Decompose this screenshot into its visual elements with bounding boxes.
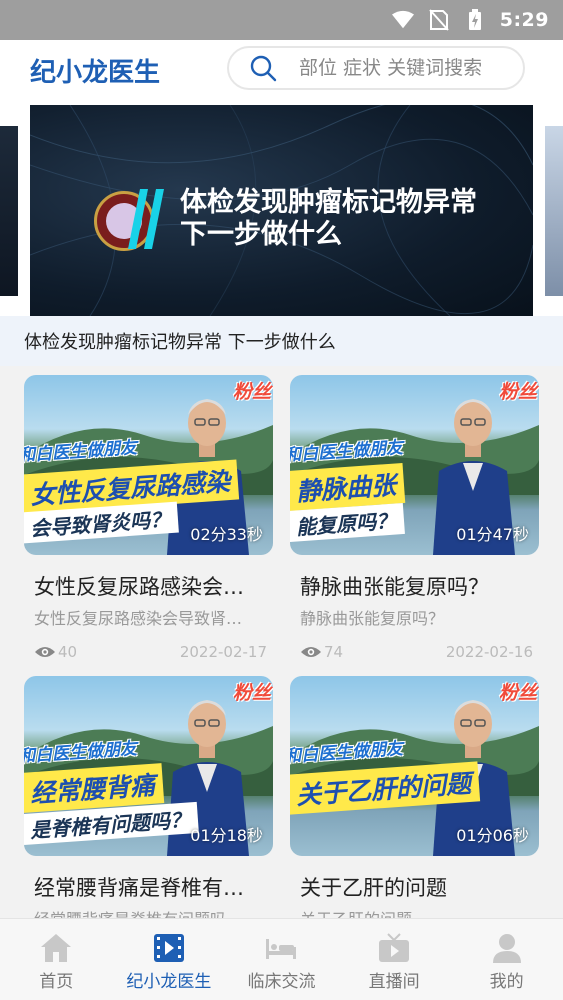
tab-doctor[interactable]: 纪小龙医生 [113, 919, 226, 1000]
fans-tag: 粉丝 [498, 381, 537, 403]
publish-date: 2022-02-16 [445, 643, 533, 661]
status-time: 5:29 [499, 9, 549, 31]
search-input[interactable] [299, 57, 509, 79]
video-card[interactable]: 粉丝 和白医生做朋友 关于乙肝的问题 01分06秒 关于乙肝的问题 关于乙肝的问… [290, 676, 539, 918]
video-card[interactable]: 粉丝 和白医生做朋友 女性反复尿路感染 会导致肾炎吗？ 02分33秒 女性反复尿… [24, 375, 273, 661]
banner-line-1: 体检发现肿瘤标记物异常 [180, 187, 477, 218]
fans-tag: 粉丝 [232, 381, 271, 403]
eye-icon [301, 647, 321, 657]
video-thumbnail[interactable]: 粉丝 和白医生做朋友 静脉曲张 能复原吗？ 01分47秒 [290, 375, 539, 555]
eye-icon [35, 647, 55, 657]
video-title[interactable]: 经常腰背痛是脊椎有问题吗？ [24, 872, 254, 902]
view-count: 40 [34, 643, 77, 661]
video-card[interactable]: 粉丝 和白医生做朋友 静脉曲张 能复原吗？ 01分47秒 静脉曲张能复原吗？ 静… [290, 375, 539, 661]
user-icon [492, 934, 521, 963]
video-meta: 40 2022-02-17 [24, 643, 273, 661]
video-subtitle: 关于乙肝的问题 [290, 906, 520, 918]
publish-date: 2022-02-17 [179, 643, 267, 661]
thumbnail-subline: 能复原吗？ [290, 502, 405, 543]
video-subtitle: 女性反复尿路感染会导致肾炎吗？ [34, 609, 254, 628]
video-duration: 01分18秒 [190, 826, 263, 845]
banner-slide[interactable]: 体检发现肿瘤标记物异常 下一步做什么 [30, 105, 533, 316]
search-box[interactable] [227, 46, 525, 90]
banner-prev-slide[interactable] [0, 126, 18, 296]
tab-label: 我的 [489, 972, 524, 992]
video-icon [153, 934, 184, 962]
video-title[interactable]: 女性反复尿路感染会导致肾炎吗？ [24, 571, 254, 601]
bed-icon [266, 939, 297, 959]
home-icon [41, 934, 72, 962]
fans-tag: 粉丝 [498, 682, 537, 704]
video-meta: 74 2022-02-16 [290, 643, 539, 661]
banner-line-2: 下一步做什么 [180, 219, 342, 250]
tab-home[interactable]: 首页 [0, 919, 113, 1000]
banner-carousel[interactable]: 体检发现肿瘤标记物异常 下一步做什么 [0, 102, 563, 316]
video-duration: 01分47秒 [456, 525, 529, 544]
tab-label: 纪小龙医生 [126, 972, 212, 992]
video-title[interactable]: 关于乙肝的问题 [290, 872, 520, 902]
tab-label: 临床交流 [247, 972, 316, 992]
video-grid: 粉丝 和白医生做朋友 女性反复尿路感染 会导致肾炎吗？ 02分33秒 女性反复尿… [0, 366, 563, 918]
slash-icon [128, 189, 164, 249]
tab-mine[interactable]: 我的 [450, 919, 563, 1000]
video-title[interactable]: 静脉曲张能复原吗？ [290, 571, 520, 601]
tab-live[interactable]: 直播间 [338, 919, 451, 1000]
video-subtitle: 静脉曲张能复原吗？ [300, 609, 445, 628]
tv-icon [379, 933, 410, 962]
video-duration: 02分33秒 [190, 525, 263, 544]
no-sim-icon [428, 9, 450, 31]
bottom-tab-bar: 首页 纪小龙医生 临床交流 直播间 我的 [0, 918, 563, 1000]
banner-next-slide[interactable] [545, 126, 563, 296]
video-card[interactable]: 粉丝 和白医生做朋友 经常腰背痛 是脊椎有问题吗？ 01分18秒 经常腰背痛是脊… [24, 676, 273, 918]
video-duration: 01分06秒 [456, 826, 529, 845]
video-thumbnail[interactable]: 粉丝 和白医生做朋友 女性反复尿路感染 会导致肾炎吗？ 02分33秒 [24, 375, 273, 555]
view-count-value: 74 [324, 643, 344, 661]
tab-label: 首页 [39, 972, 74, 992]
status-bar: 5:29 [0, 0, 563, 40]
video-thumbnail[interactable]: 粉丝 和白医生做朋友 关于乙肝的问题 01分06秒 [290, 676, 539, 856]
battery-charging-icon [464, 9, 486, 31]
banner-caption[interactable]: 体检发现肿瘤标记物异常 下一步做什么 [0, 316, 563, 366]
banner-headline: 体检发现肿瘤标记物异常 下一步做什么 [180, 187, 477, 251]
view-count: 74 [300, 643, 343, 661]
fans-tag: 粉丝 [232, 682, 271, 704]
page-title: 纪小龙医生 [30, 58, 161, 88]
view-count-value: 40 [58, 643, 78, 661]
search-icon [250, 55, 277, 82]
video-subtitle: 经常腰背痛是脊椎有问题吗 [24, 906, 254, 918]
tab-label: 直播间 [368, 972, 420, 992]
wifi-icon [391, 9, 414, 31]
tab-clinical[interactable]: 临床交流 [225, 919, 338, 1000]
top-header: 纪小龙医生 [0, 40, 563, 102]
video-thumbnail[interactable]: 粉丝 和白医生做朋友 经常腰背痛 是脊椎有问题吗？ 01分18秒 [24, 676, 273, 856]
